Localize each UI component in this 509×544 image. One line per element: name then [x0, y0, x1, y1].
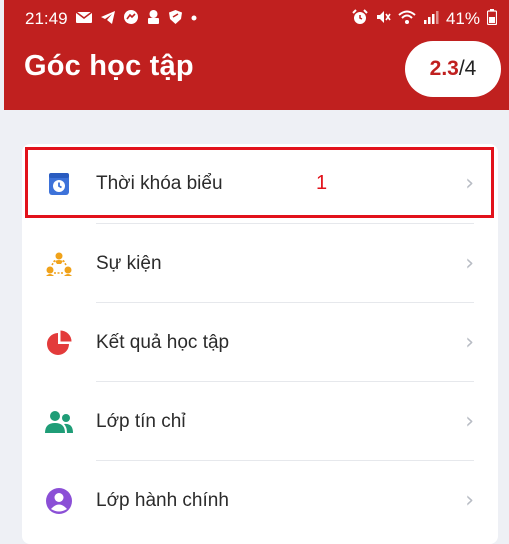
- status-right: 41%: [352, 9, 498, 29]
- pie-chart-icon: [44, 328, 74, 358]
- messenger-icon: [123, 9, 139, 29]
- event-people-icon: [44, 249, 74, 279]
- mail-icon: [75, 10, 93, 28]
- menu-item-credit-class[interactable]: Lớp tín chỉ ›: [22, 382, 498, 461]
- dot-icon: [190, 9, 198, 29]
- person-circle-icon: [44, 486, 74, 516]
- status-time: 21:49: [25, 9, 68, 28]
- menu-item-events[interactable]: Sự kiện ›: [22, 224, 498, 303]
- battery-percent: 41%: [445, 9, 480, 28]
- mute-icon: [375, 9, 391, 29]
- step-number: 1: [316, 172, 328, 194]
- progress-total: /4: [458, 57, 477, 80]
- menu-label: Kết quả học tập: [96, 331, 230, 353]
- chevron-right-icon: ›: [465, 251, 474, 276]
- menu-label: Sự kiện: [96, 252, 162, 274]
- chevron-right-icon: ›: [465, 409, 474, 434]
- game-icon: [146, 9, 161, 29]
- menu-item-results[interactable]: Kết quả học tập ›: [22, 303, 498, 382]
- alarm-icon: [352, 9, 368, 29]
- page-title: Góc học tập: [24, 50, 194, 82]
- group-icon: [44, 407, 74, 437]
- menu-item-admin-class[interactable]: Lớp hành chính ›: [22, 461, 498, 540]
- status-left: 21:49: [25, 9, 198, 29]
- signal-icon: [423, 10, 439, 29]
- menu-label: Lớp hành chính: [96, 489, 229, 511]
- app-header: 21:49 41% Góc học tập 2.3 /4: [4, 0, 509, 110]
- progress-current: 2.3: [429, 57, 459, 80]
- battery-icon: [486, 9, 498, 29]
- highlight-box: [25, 147, 494, 218]
- menu-label: Lớp tín chỉ: [96, 410, 186, 432]
- screen: 21:49 41% Góc học tập 2.3 /4 Thời khóa b…: [0, 0, 509, 544]
- telegram-icon: [100, 10, 116, 29]
- chevron-right-icon: ›: [465, 488, 474, 513]
- status-bar: 21:49 41%: [4, 0, 509, 36]
- progress-pill[interactable]: 2.3 /4: [405, 41, 501, 97]
- chevron-right-icon: ›: [465, 330, 474, 355]
- wifi-icon: [398, 10, 416, 29]
- shield-icon: [168, 9, 183, 29]
